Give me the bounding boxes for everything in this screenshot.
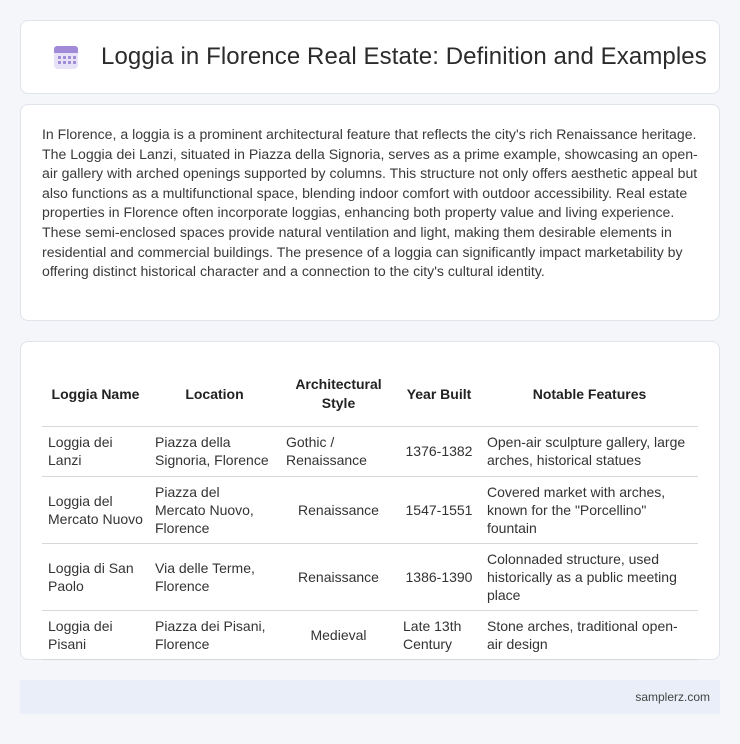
page-title: Loggia in Florence Real Estate: Definiti… — [101, 43, 707, 70]
cell-architectural-style: Renaissance — [280, 543, 397, 611]
cell-location: Via delle Terme, Florence — [149, 543, 280, 611]
cell-loggia-name: Loggia dei Lanzi — [42, 426, 149, 477]
cell-notable-features: Open-air sculpture gallery, large arches… — [481, 426, 698, 477]
cell-year-built: 1386-1390 — [397, 543, 481, 611]
cell-loggia-name: Loggia di San Paolo — [42, 543, 149, 611]
cell-notable-features: Covered market with arches, known for th… — [481, 476, 698, 544]
cell-year-built: 1547-1551 — [397, 476, 481, 544]
calendar-icon — [54, 46, 78, 69]
table-header-row: Loggia Name Location Architectural Style… — [42, 363, 698, 427]
cell-notable-features: Stone arches, traditional open-air desig… — [481, 610, 698, 660]
header-architectural-style: Architectural Style — [280, 363, 397, 427]
footer-site-link[interactable]: samplerz.com — [635, 690, 710, 704]
header-loggia-name: Loggia Name — [42, 363, 149, 427]
cell-notable-features: Colonnaded structure, used historically … — [481, 543, 698, 611]
loggia-table: Loggia Name Location Architectural Style… — [42, 363, 698, 660]
header-notable-features: Notable Features — [481, 363, 698, 427]
cell-year-built: 1376-1382 — [397, 426, 481, 477]
header-location: Location — [149, 363, 280, 427]
cell-architectural-style: Renaissance — [280, 476, 397, 544]
cell-year-built: Late 13th Century — [397, 610, 481, 660]
table-row: Loggia dei Lanzi Piazza della Signoria, … — [42, 426, 698, 477]
intro-card: In Florence, a loggia is a prominent arc… — [20, 104, 720, 321]
cell-location: Piazza del Mercato Nuovo, Florence — [149, 476, 280, 544]
cell-loggia-name: Loggia del Mercato Nuovo — [42, 476, 149, 544]
title-card: Loggia in Florence Real Estate: Definiti… — [20, 20, 720, 94]
table-row: Loggia del Mercato Nuovo Piazza del Merc… — [42, 476, 698, 544]
table-row: Loggia dei Pisani Piazza dei Pisani, Flo… — [42, 610, 698, 660]
cell-location: Piazza dei Pisani, Florence — [149, 610, 280, 660]
footer: samplerz.com — [20, 680, 720, 714]
cell-loggia-name: Loggia dei Pisani — [42, 610, 149, 660]
cell-architectural-style: Medieval — [280, 610, 397, 660]
cell-location: Piazza della Signoria, Florence — [149, 426, 280, 477]
cell-architectural-style: Gothic / Renaissance — [280, 426, 397, 477]
intro-paragraph: In Florence, a loggia is a prominent arc… — [42, 126, 698, 280]
header-year-built: Year Built — [397, 363, 481, 427]
table-card: Loggia Name Location Architectural Style… — [20, 341, 720, 660]
table-row: Loggia di San Paolo Via delle Terme, Flo… — [42, 543, 698, 611]
